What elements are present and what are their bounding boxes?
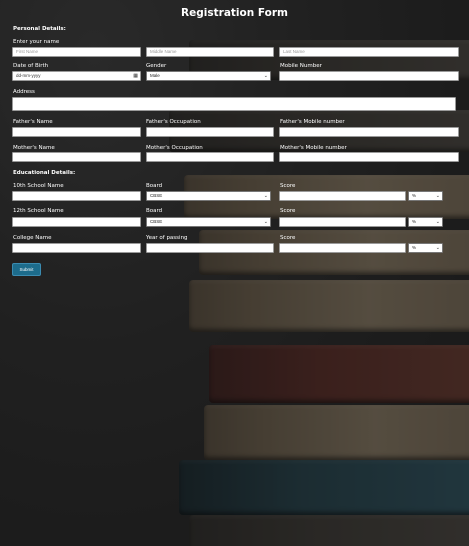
score-college-input[interactable]	[279, 243, 406, 253]
last-name-input[interactable]: Last Name	[279, 47, 459, 57]
mobile-label: Mobile Number	[280, 63, 322, 69]
year-passing-input[interactable]	[146, 243, 274, 253]
score10-unit-value: %	[412, 193, 417, 198]
gender-select[interactable]: Male ⌄	[146, 71, 271, 81]
dob-input[interactable]: dd-mm-yyyy ▦	[12, 71, 141, 81]
dob-label: Date of Birth	[13, 63, 49, 69]
score-college-label: Score	[280, 235, 296, 241]
score12-input[interactable]	[279, 217, 406, 227]
board12-select[interactable]: CBSE ⌄	[146, 217, 271, 227]
educational-details-heading: Educational Details:	[13, 170, 76, 176]
school12-input[interactable]	[12, 217, 141, 227]
father-name-input[interactable]	[12, 127, 141, 137]
board12-label: Board	[146, 208, 163, 214]
score10-label: Score	[280, 183, 296, 189]
address-label: Address	[13, 89, 35, 95]
mother-occupation-label: Mother's Occupation	[146, 145, 203, 151]
dob-value: dd-mm-yyyy	[16, 73, 41, 78]
mother-name-input[interactable]	[12, 152, 141, 162]
chevron-down-icon: ⌄	[263, 73, 268, 79]
name-label: Enter your name	[13, 39, 60, 45]
registration-form: Registration Form Personal Details: Ente…	[0, 0, 469, 546]
chevron-down-icon: ⌄	[263, 219, 268, 225]
year-passing-label: Year of passing	[146, 235, 188, 241]
personal-details-heading: Personal Details:	[13, 26, 66, 32]
submit-button[interactable]: Submit	[12, 263, 41, 276]
mother-name-label: Mother's Name	[13, 145, 55, 151]
board10-value: CBSE	[150, 193, 163, 198]
father-name-label: Father's Name	[13, 119, 53, 125]
score12-unit-value: %	[412, 219, 417, 224]
score-college-unit-select[interactable]: % ⌄	[408, 243, 443, 253]
score12-unit-select[interactable]: % ⌄	[408, 217, 443, 227]
middle-name-input[interactable]: Middle Name	[146, 47, 274, 57]
father-occupation-input[interactable]	[146, 127, 274, 137]
school10-input[interactable]	[12, 191, 141, 201]
address-input[interactable]	[12, 97, 456, 111]
chevron-down-icon: ⌄	[435, 193, 440, 199]
mother-mobile-input[interactable]	[279, 152, 459, 162]
gender-value: Male	[150, 73, 160, 78]
father-mobile-label: Father's Mobile number	[280, 119, 345, 125]
school12-label: 12th School Name	[13, 208, 64, 214]
page-title: Registration Form	[181, 7, 288, 19]
father-occupation-label: Father's Occupation	[146, 119, 201, 125]
school10-label: 10th School Name	[13, 183, 64, 189]
score-college-unit-value: %	[412, 245, 417, 250]
calendar-icon[interactable]: ▦	[133, 72, 138, 80]
mother-occupation-input[interactable]	[146, 152, 274, 162]
score12-label: Score	[280, 208, 296, 214]
chevron-down-icon: ⌄	[263, 193, 268, 199]
gender-label: Gender	[146, 63, 167, 69]
board10-select[interactable]: CBSE ⌄	[146, 191, 271, 201]
score10-input[interactable]	[279, 191, 406, 201]
college-label: College Name	[13, 235, 52, 241]
board12-value: CBSE	[150, 219, 163, 224]
mobile-input[interactable]	[279, 71, 459, 81]
college-input[interactable]	[12, 243, 141, 253]
father-mobile-input[interactable]	[279, 127, 459, 137]
chevron-down-icon: ⌄	[435, 219, 440, 225]
mother-mobile-label: Mother's Mobile number	[280, 145, 347, 151]
board10-label: Board	[146, 183, 163, 189]
score10-unit-select[interactable]: % ⌄	[408, 191, 443, 201]
chevron-down-icon: ⌄	[435, 245, 440, 251]
first-name-input[interactable]: First Name	[12, 47, 141, 57]
